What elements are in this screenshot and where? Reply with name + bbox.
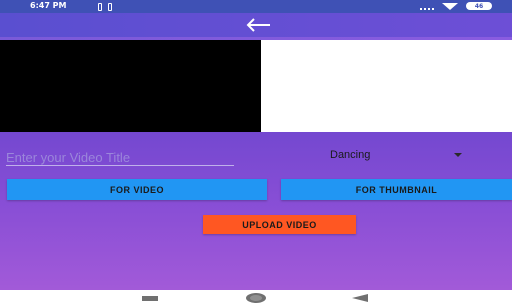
- signal-icon: [420, 2, 434, 10]
- recents-icon[interactable]: [142, 296, 158, 301]
- for-thumbnail-button[interactable]: FOR THUMBNAIL: [281, 179, 512, 200]
- app-toolbar: [0, 13, 512, 37]
- battery-icon: 46: [466, 2, 492, 10]
- status-bar: 6:47 PM 46: [0, 0, 512, 13]
- back-icon[interactable]: [352, 294, 368, 302]
- home-icon[interactable]: [246, 293, 266, 303]
- status-indicators: 46: [420, 2, 492, 10]
- system-nav-bar: [0, 290, 512, 307]
- video-title-input[interactable]: [6, 149, 234, 166]
- upload-video-button[interactable]: UPLOAD VIDEO: [203, 215, 356, 234]
- notification-icons: [98, 3, 112, 11]
- status-time: 6:47 PM: [30, 1, 67, 10]
- upload-form: Dancing FOR VIDEO FOR THUMBNAIL UPLOAD V…: [0, 132, 512, 290]
- chevron-down-icon: [454, 153, 462, 157]
- for-video-button[interactable]: FOR VIDEO: [7, 179, 267, 200]
- category-dropdown[interactable]: Dancing: [330, 148, 466, 164]
- thumbnail-preview: [261, 40, 512, 132]
- video-preview: [0, 40, 261, 132]
- arrow-left-icon[interactable]: [244, 17, 272, 33]
- wifi-icon: [442, 2, 458, 10]
- message-icon: [108, 3, 112, 11]
- message-icon: [98, 3, 102, 11]
- category-selected-value: Dancing: [330, 149, 371, 161]
